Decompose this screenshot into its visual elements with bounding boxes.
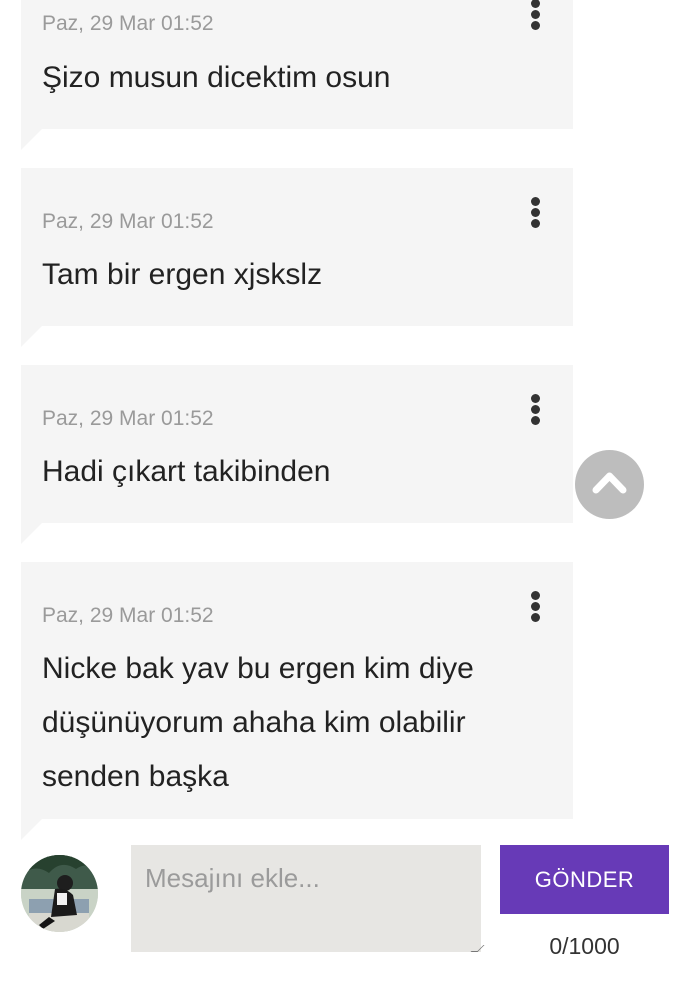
chat-page: Paz, 29 Mar 01:52 Şizo musun dicektim os… xyxy=(0,0,690,985)
message-bubble: Paz, 29 Mar 01:52 Nicke bak yav bu ergen… xyxy=(21,562,573,840)
more-vert-icon[interactable] xyxy=(525,193,547,233)
message-bubble: Paz, 29 Mar 01:52 Şizo musun dicektim os… xyxy=(21,0,573,150)
more-vert-icon[interactable] xyxy=(525,390,547,430)
message-bubble: Paz, 29 Mar 01:52 Hadi çıkart takibinden xyxy=(21,365,573,544)
message-text: Hadi çıkart takibinden xyxy=(42,455,331,488)
message-date: Paz, 29 Mar 01:52 xyxy=(42,604,214,627)
scroll-to-top-button[interactable] xyxy=(575,450,644,519)
more-vert-icon[interactable] xyxy=(525,0,547,35)
character-counter: 0/1000 xyxy=(549,933,620,959)
more-vert-icon[interactable] xyxy=(525,587,547,627)
message-text: Şizo musun dicektim osun xyxy=(42,61,391,94)
message-input[interactable] xyxy=(131,845,481,952)
user-avatar xyxy=(21,855,98,932)
message-text: Tam bir ergen xjskslz xyxy=(42,258,323,291)
chevron-up-icon xyxy=(592,472,627,494)
message-text: Nicke bak yav bu ergen kim diye düşünüyo… xyxy=(42,652,474,793)
message-date: Paz, 29 Mar 01:52 xyxy=(42,12,214,35)
message-date: Paz, 29 Mar 01:52 xyxy=(42,210,214,233)
message-bubble: Paz, 29 Mar 01:52 Tam bir ergen xjskslz xyxy=(21,168,573,347)
message-date: Paz, 29 Mar 01:52 xyxy=(42,407,214,430)
send-button[interactable]: GÖNDER xyxy=(500,845,669,914)
